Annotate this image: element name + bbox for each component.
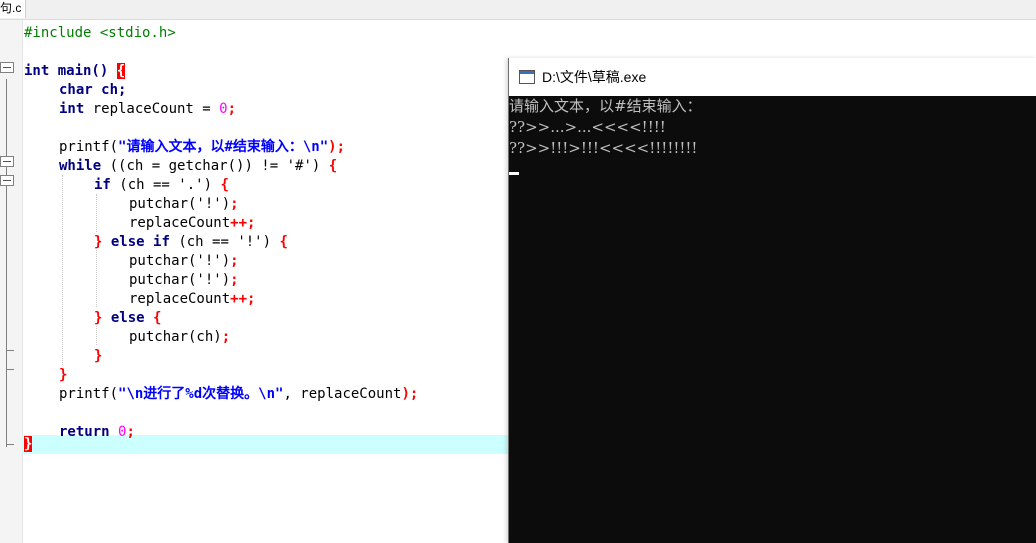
console-output-line: 请输入文本，以#结束输入：: [509, 97, 702, 115]
call-close: );: [328, 139, 346, 155]
matched-brace: {: [116, 63, 126, 79]
semicolon: ;: [230, 196, 239, 212]
code-line-printf-prompt: printf("请输入文本，以#结束输入：\n");: [59, 138, 345, 157]
while-condition: ((ch = getchar()) != '#'): [101, 158, 329, 174]
console-window[interactable]: D:\文件\草稿.exe 请输入文本，以#结束输入： ??>>...>...<<…: [508, 58, 1036, 543]
console-titlebar[interactable]: D:\文件\草稿.exe: [509, 58, 1036, 96]
editor-gutter: [0, 20, 23, 543]
string-literal: "请输入文本，以#结束输入：\n": [118, 139, 329, 155]
number-literal: 0: [109, 424, 127, 440]
semicolon: ;: [227, 101, 237, 117]
putchar-call: putchar(ch): [129, 329, 222, 345]
fold-end-marker: [6, 369, 14, 370]
brace: }: [94, 348, 103, 364]
code-line-include: #include <stdio.h>: [24, 24, 176, 43]
fold-collapse-icon[interactable]: [0, 62, 14, 73]
fold-guide-line: [6, 79, 7, 447]
brace: {: [153, 310, 162, 326]
main-signature: int main(): [24, 63, 117, 79]
fold-collapse-icon[interactable]: [0, 156, 14, 167]
increment-operator: ++: [230, 215, 248, 231]
printf-args: , replaceCount: [283, 386, 402, 402]
code-line-increment: replaceCount++;: [129, 214, 255, 233]
code-line-else-if: } else if (ch == '!') {: [94, 233, 288, 252]
return-keyword: return: [59, 424, 110, 440]
console-output-line: ??>>!!!>!!!<<<<!!!!!!!!: [509, 139, 698, 157]
code-line-else: } else {: [94, 309, 161, 328]
indent-guide: [96, 250, 97, 307]
editor-tab-bar: 句.c: [0, 0, 1036, 20]
brace: }: [59, 367, 68, 383]
variable: replaceCount: [129, 215, 231, 231]
fold-end-marker: [6, 350, 14, 351]
console-cursor: [509, 172, 519, 175]
brace: }: [94, 234, 103, 250]
fold-collapse-icon[interactable]: [0, 175, 14, 186]
indent-guide: [96, 194, 97, 232]
console-output[interactable]: 请输入文本，以#结束输入： ??>>...>...<<<<!!!! ??>>!!…: [509, 96, 1036, 543]
fold-end-marker: [6, 444, 14, 445]
variable: replaceCount: [129, 291, 231, 307]
semicolon: ;: [230, 272, 239, 288]
code-line-putchar-ch: putchar(ch);: [129, 328, 230, 347]
char-declaration: char ch;: [59, 82, 127, 98]
code-editor[interactable]: #include <stdio.h> int main() { char ch;…: [24, 24, 508, 543]
console-title: D:\文件\草稿.exe: [542, 69, 647, 85]
increment-operator: ++: [230, 291, 248, 307]
console-app-icon: [519, 70, 535, 84]
brace: {: [220, 177, 229, 193]
include-directive: #include <stdio.h>: [24, 25, 176, 41]
code-line-main: int main() {: [24, 62, 126, 81]
else-keyword: else: [110, 310, 145, 326]
code-line-putchar: putchar('!');: [129, 271, 239, 290]
putchar-call: putchar('!'): [129, 196, 231, 212]
code-line-close-while: }: [59, 366, 67, 385]
int-keyword: int: [59, 101, 93, 117]
code-line-increment: replaceCount++;: [129, 290, 255, 309]
if-condition: (ch == '.'): [110, 177, 221, 193]
code-line-while: while ((ch = getchar()) != '#') {: [59, 157, 337, 176]
semicolon: ;: [230, 253, 239, 269]
string-literal: "\n进行了%d次替换。\n": [118, 386, 284, 402]
code-line-return: return 0;: [59, 423, 135, 442]
brace: }: [94, 310, 103, 326]
console-output-line: ??>>...>...<<<<!!!!: [509, 118, 666, 136]
number-literal: 0: [219, 101, 228, 117]
semicolon: ;: [221, 329, 231, 345]
else-keyword: else: [110, 234, 145, 250]
printf-call: printf(: [59, 386, 119, 402]
code-line-char-decl: char ch;: [59, 81, 126, 100]
indent-guide: [96, 326, 97, 345]
code-line-close-main: }: [24, 435, 33, 454]
int-decl-rest: replaceCount =: [92, 101, 220, 117]
semicolon: ;: [126, 424, 135, 440]
file-tab[interactable]: 句.c: [0, 0, 27, 18]
if-keyword: if: [94, 177, 111, 193]
code-line-putchar: putchar('!');: [129, 252, 239, 271]
brace: {: [328, 158, 338, 174]
printf-call: printf(: [59, 139, 119, 155]
semicolon: ;: [247, 291, 256, 307]
code-line-int-decl: int replaceCount = 0;: [59, 100, 236, 119]
code-line-close-if: }: [94, 347, 102, 366]
semicolon: ;: [247, 215, 256, 231]
brace: {: [279, 234, 288, 250]
call-close: );: [401, 386, 419, 402]
matched-brace: }: [24, 436, 33, 452]
indent-guide: [62, 175, 63, 365]
if-keyword: if: [153, 234, 170, 250]
code-line-if: if (ch == '.') {: [94, 176, 229, 195]
while-keyword: while: [59, 158, 102, 174]
code-line-putchar: putchar('!');: [129, 195, 239, 214]
code-line-printf-result: printf("\n进行了%d次替换。\n", replaceCount);: [59, 385, 418, 404]
putchar-call: putchar('!'): [129, 272, 231, 288]
putchar-call: putchar('!'): [129, 253, 231, 269]
else-if-condition: (ch == '!'): [169, 234, 280, 250]
